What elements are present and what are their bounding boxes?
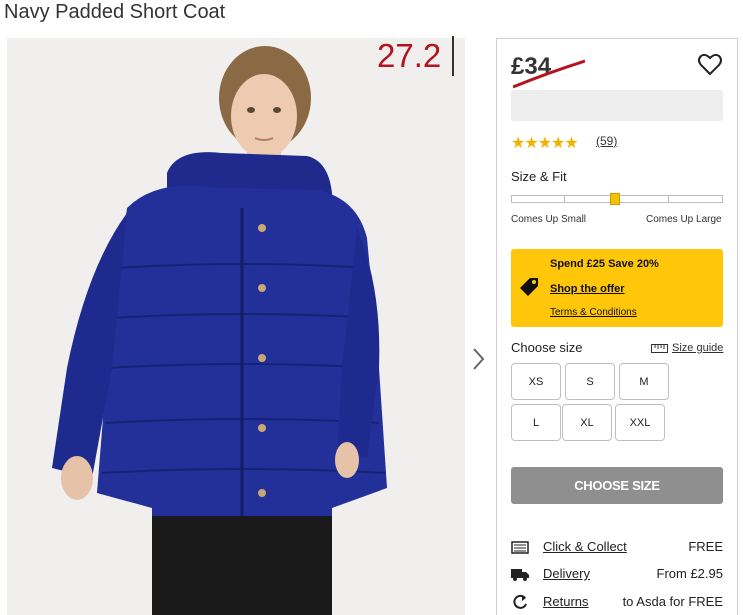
size-option-xl[interactable]: XL [562,404,612,441]
size-option-l[interactable]: L [511,404,561,441]
choose-size-button[interactable]: CHOOSE SIZE [511,467,723,504]
star-icon: ★ [551,135,565,152]
store-icon [511,541,529,554]
chevron-right-icon [473,348,485,370]
size-fit-title: Size & Fit [511,169,567,184]
old-price: £34 [511,53,585,89]
ruler-icon [651,343,668,353]
star-icon: ★ [511,135,525,152]
fit-tick [668,196,669,202]
returns-link[interactable]: Returns [543,594,589,609]
fit-tick [564,196,565,202]
returns-value: to Asda for FREE [622,594,723,609]
size-option-xs[interactable]: XS [511,363,561,400]
product-panel: £34 ★★★★★ (59) Size & Fit Comes Up Small… [496,38,738,615]
size-option-m[interactable]: M [619,363,669,400]
click-collect-value: FREE [688,539,723,554]
shipping-row-delivery: Delivery From £2.95 [511,564,723,584]
click-collect-link[interactable]: Click & Collect [543,539,627,554]
delivery-link[interactable]: Delivery [543,566,590,581]
star-icon: ★ [524,135,538,152]
next-image-button[interactable] [470,345,488,373]
price-tag-icon [520,278,538,296]
star-icon: ★ [537,135,552,152]
rating-stars: ★★★★★ [511,133,579,153]
size-guide-link[interactable]: Size guide [651,342,723,354]
delivery-value: From £2.95 [656,566,723,581]
reviews-link[interactable]: (59) [596,134,617,148]
truck-icon [511,569,529,581]
size-option-s[interactable]: S [565,363,615,400]
shipping-row-click-collect: Click & Collect FREE [511,537,723,557]
price-overlay: 27.2 [377,37,442,74]
fit-large-label: Comes Up Large [646,214,722,225]
model-jacket-illustration [7,38,465,615]
product-title: Navy Padded Short Coat [4,1,226,23]
product-image [7,38,465,615]
returns-icon [513,594,527,609]
fit-marker [609,193,620,205]
offer-banner: Spend £25 Save 20% Shop the offer Terms … [511,249,723,327]
fit-scale [511,193,723,205]
heart-icon [698,53,722,76]
wishlist-button[interactable] [697,53,723,77]
offer-title: Spend £25 Save 20% [550,258,659,270]
terms-link[interactable]: Terms & Conditions [550,307,637,318]
star-half-icon: ★ [564,135,578,152]
shipping-row-returns: Returns to Asda for FREE [511,592,723,612]
loading-placeholder [511,90,723,121]
shop-offer-link[interactable]: Shop the offer [550,283,625,295]
text-caret [452,36,454,76]
size-option-xxl[interactable]: XXL [615,404,665,441]
fit-small-label: Comes Up Small [511,214,587,225]
choose-size-title: Choose size [511,340,583,355]
price-strikethrough [513,59,585,89]
size-guide-label: Size guide [672,342,724,354]
